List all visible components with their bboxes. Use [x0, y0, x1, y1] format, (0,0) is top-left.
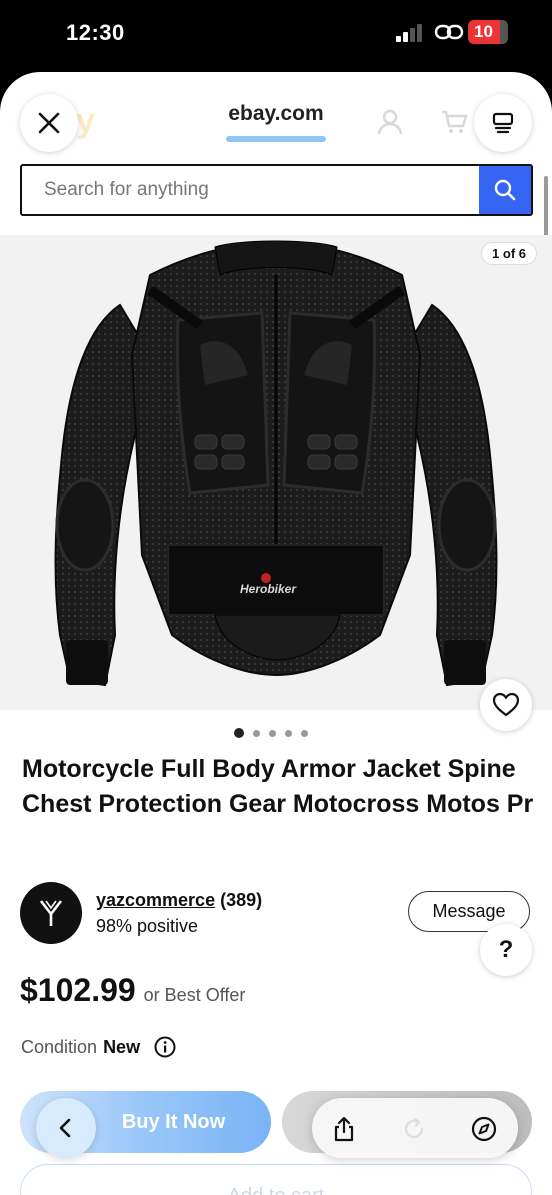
product-image-gallery[interactable]: Herobiker 1 of 6 — [0, 235, 552, 710]
tabs-icon — [492, 112, 514, 134]
battery-indicator: 10 — [468, 20, 508, 44]
heart-icon — [493, 693, 519, 717]
seller-feedback-count: (389) — [220, 890, 263, 910]
gallery-dot[interactable] — [285, 729, 292, 737]
back-chevron-icon — [59, 1118, 71, 1138]
status-time: 12:30 — [66, 20, 125, 45]
browser-toolbar — [312, 1098, 518, 1158]
compass-icon[interactable] — [470, 1115, 498, 1143]
seller-logo-icon — [39, 900, 63, 926]
info-icon[interactable] — [154, 1036, 176, 1058]
condition-value: New — [103, 1036, 141, 1057]
product-image: Herobiker — [54, 240, 498, 687]
product-title: Motorcycle Full Body Armor Jacket Spine … — [22, 755, 534, 818]
battery-level: 10 — [474, 22, 493, 41]
search-icon — [494, 179, 516, 201]
personal-hotspot-icon — [434, 24, 464, 40]
gallery-dot[interactable] — [301, 729, 308, 737]
tabs-button[interactable] — [474, 94, 532, 152]
search-input[interactable] — [22, 166, 479, 214]
url-bar: y ebay.com — [0, 72, 552, 162]
seller-avatar[interactable] — [20, 882, 82, 944]
add-to-cart-button[interactable]: Add to cart — [20, 1164, 532, 1195]
seller-name-row: yazcommerce (389) — [96, 890, 262, 911]
watch-button[interactable] — [480, 679, 532, 731]
price-row: $102.99 or Best Offer — [20, 972, 245, 1009]
search-button[interactable] — [479, 166, 531, 214]
gallery-dot[interactable] — [234, 728, 244, 738]
price: $102.99 — [20, 972, 136, 1008]
gallery-dot[interactable] — [269, 729, 276, 737]
best-offer-text: or Best Offer — [143, 985, 246, 1005]
share-icon[interactable] — [330, 1115, 358, 1143]
gallery-dot[interactable] — [253, 729, 260, 737]
buy-it-now-label: Buy It Now — [121, 1110, 226, 1133]
reload-icon[interactable] — [400, 1115, 428, 1143]
url-text[interactable]: ebay.com — [0, 102, 552, 126]
browser-sheet: y ebay.com Search for anything Herobiker… — [0, 72, 552, 1195]
back-button[interactable] — [36, 1098, 96, 1158]
seller-positive-rating: 98% positive — [96, 916, 199, 936]
help-button[interactable]: ? — [480, 924, 532, 976]
condition-row: Condition New — [21, 1036, 176, 1058]
status-bar: 12:30 10 — [0, 0, 552, 72]
url-loading-bar — [226, 136, 326, 142]
image-counter: 1 of 6 — [482, 243, 536, 264]
gallery-pagination[interactable] — [234, 728, 308, 738]
search-bar — [20, 164, 533, 216]
signal-icon — [396, 24, 426, 42]
condition-label: Condition — [21, 1036, 98, 1057]
seller-name-link[interactable]: yazcommerce — [96, 890, 215, 910]
brand-mark: Herobiker — [240, 582, 297, 596]
